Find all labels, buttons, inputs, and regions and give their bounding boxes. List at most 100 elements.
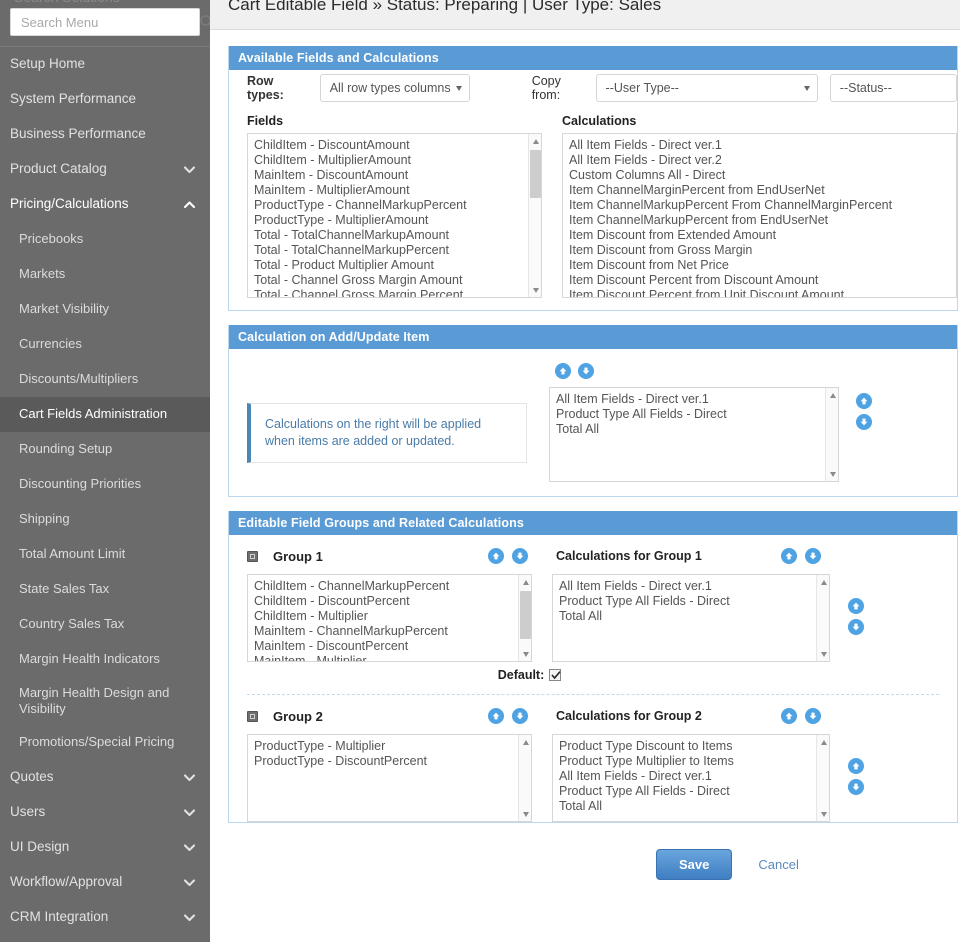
- group-drag-handle-icon[interactable]: [247, 550, 258, 562]
- arrow-down-circle-icon[interactable]: [805, 548, 821, 564]
- list-option[interactable]: All Item Fields - Direct ver.1: [559, 579, 829, 594]
- list-option[interactable]: Total All: [559, 799, 829, 814]
- list-option[interactable]: Total - TotalChannelMarkupAmount: [254, 228, 541, 243]
- sidebar-item-market-visibility[interactable]: Market Visibility: [0, 292, 210, 327]
- arrow-down-circle-icon[interactable]: [805, 708, 821, 724]
- list-option[interactable]: ProductType - ChannelMarkupPercent: [254, 198, 541, 213]
- sidebar-item-workflow-approval[interactable]: Workflow/Approval: [0, 865, 210, 900]
- list-option[interactable]: Item Discount Percent from Discount Amou…: [569, 273, 956, 288]
- arrow-down-circle-icon[interactable]: [578, 363, 594, 379]
- arrow-up-circle-icon[interactable]: [555, 363, 571, 379]
- list-option[interactable]: Item Discount from Extended Amount: [569, 228, 956, 243]
- group-fields-scrollbar[interactable]: [518, 735, 531, 821]
- arrow-down-circle-icon[interactable]: [512, 708, 528, 724]
- list-option[interactable]: Total All: [559, 609, 829, 624]
- arrow-down-circle-icon[interactable]: [848, 779, 864, 795]
- group-fields-options[interactable]: ProductType - Multiplier ProductType - Di…: [248, 735, 531, 769]
- group-drag-handle-icon[interactable]: [247, 710, 258, 722]
- list-option[interactable]: ChildItem - ChannelMarkupPercent: [254, 579, 531, 594]
- list-option[interactable]: Item Discount from Net Price: [569, 258, 956, 273]
- list-option[interactable]: MainItem - Multiplier: [254, 654, 531, 661]
- list-option[interactable]: ChildItem - DiscountAmount: [254, 138, 541, 153]
- default-checkbox[interactable]: [549, 669, 562, 681]
- sidebar-item-margin-health-design-and-visibility[interactable]: Margin Health Design and Visibility: [0, 677, 210, 725]
- sidebar-item-margin-health-indicators[interactable]: Margin Health Indicators: [0, 642, 210, 677]
- group-calculations-scrollbar[interactable]: [816, 575, 829, 661]
- scroll-down-icon[interactable]: [519, 808, 531, 820]
- save-button[interactable]: Save: [656, 849, 733, 880]
- list-option[interactable]: Total - TotalChannelMarkupPercent: [254, 243, 541, 258]
- list-option[interactable]: Item ChannelMarginPercent from EndUserNe…: [569, 183, 956, 198]
- fields-listbox[interactable]: ChildItem - DiscountAmount ChildItem - Mu…: [247, 133, 542, 298]
- sidebar-item-promotions-special-pricing[interactable]: Promotions/Special Pricing: [0, 725, 210, 760]
- list-option[interactable]: Item Discount Percent from Unit Discount…: [569, 288, 956, 297]
- calculations-options[interactable]: All Item Fields - Direct ver.1 All Item F…: [563, 134, 956, 297]
- scroll-up-icon[interactable]: [817, 736, 829, 748]
- sidebar-item-country-sales-tax[interactable]: Country Sales Tax: [0, 607, 210, 642]
- list-option[interactable]: Product Type All Fields - Direct: [556, 407, 838, 422]
- list-option[interactable]: Item ChannelMarkupPercent From ChannelMa…: [569, 198, 956, 213]
- scroll-down-icon[interactable]: [817, 648, 829, 660]
- scroll-up-icon[interactable]: [519, 736, 531, 748]
- sidebar-item-total-amount-limit[interactable]: Total Amount Limit: [0, 537, 210, 572]
- add-update-options[interactable]: All Item Fields - Direct ver.1 Product Ty…: [550, 388, 838, 437]
- sidebar-item-system-performance[interactable]: System Performance: [0, 82, 210, 117]
- group-calculations-options[interactable]: All Item Fields - Direct ver.1 Product Ty…: [553, 575, 829, 624]
- scroll-up-icon[interactable]: [519, 576, 531, 588]
- list-option[interactable]: Product Type Discount to Items: [559, 739, 829, 754]
- list-option[interactable]: Product Type Multiplier to Items: [559, 754, 829, 769]
- group-calculations-listbox[interactable]: All Item Fields - Direct ver.1 Product Ty…: [552, 574, 830, 662]
- sidebar-item-markets[interactable]: Markets: [0, 257, 210, 292]
- scroll-up-icon[interactable]: [529, 135, 541, 147]
- list-option[interactable]: ChildItem - MultiplierAmount: [254, 153, 541, 168]
- sidebar-item-discounts-multipliers[interactable]: Discounts/Multipliers: [0, 362, 210, 397]
- list-option[interactable]: MainItem - DiscountPercent: [254, 639, 531, 654]
- sidebar-item-rounding-setup[interactable]: Rounding Setup: [0, 432, 210, 467]
- list-option[interactable]: All Item Fields - Direct ver.2: [569, 153, 956, 168]
- scroll-down-icon[interactable]: [529, 284, 541, 296]
- sidebar-item-crm-integration[interactable]: CRM Integration: [0, 900, 210, 935]
- group-fields-scrollbar[interactable]: [518, 575, 531, 661]
- sidebar-item-quotes[interactable]: Quotes: [0, 760, 210, 795]
- sidebar-item-cart-fields-administration[interactable]: Cart Fields Administration: [0, 397, 210, 432]
- sidebar-item-shipping[interactable]: Shipping: [0, 502, 210, 537]
- sidebar-item-users[interactable]: Users: [0, 795, 210, 830]
- group-calculations-listbox[interactable]: Product Type Discount to Items Product Ty…: [552, 734, 830, 822]
- arrow-up-circle-icon[interactable]: [856, 393, 872, 409]
- scrollbar-thumb[interactable]: [530, 150, 541, 198]
- group-calculations-options[interactable]: Product Type Discount to Items Product Ty…: [553, 735, 829, 814]
- cancel-button[interactable]: Cancel: [758, 857, 798, 872]
- scroll-down-icon[interactable]: [817, 808, 829, 820]
- arrow-up-circle-icon[interactable]: [781, 708, 797, 724]
- list-option[interactable]: Total - Product Multiplier Amount: [254, 258, 541, 273]
- scroll-up-icon[interactable]: [826, 389, 838, 401]
- sidebar-item-pricing-calculations[interactable]: Pricing/Calculations: [0, 187, 210, 222]
- sidebar-item-currencies[interactable]: Currencies: [0, 327, 210, 362]
- scroll-down-icon[interactable]: [826, 468, 838, 480]
- list-option[interactable]: All Item Fields - Direct ver.1: [559, 769, 829, 784]
- sidebar-item-product-catalog[interactable]: Product Catalog: [0, 152, 210, 187]
- list-option[interactable]: ProductType - Multiplier: [254, 739, 531, 754]
- group-fields-listbox[interactable]: ChildItem - ChannelMarkupPercent ChildIte…: [247, 574, 532, 662]
- arrow-up-circle-icon[interactable]: [488, 548, 504, 564]
- list-option[interactable]: Item ChannelMarkupPercent from EndUserNe…: [569, 213, 956, 228]
- calculations-listbox[interactable]: All Item Fields - Direct ver.1 All Item F…: [562, 133, 957, 298]
- arrow-up-circle-icon[interactable]: [848, 758, 864, 774]
- group-fields-options[interactable]: ChildItem - ChannelMarkupPercent ChildIte…: [248, 575, 531, 661]
- sidebar-item-discounting-priorities[interactable]: Discounting Priorities: [0, 467, 210, 502]
- sidebar-item-state-sales-tax[interactable]: State Sales Tax: [0, 572, 210, 607]
- sidebar-item-business-performance[interactable]: Business Performance: [0, 117, 210, 152]
- list-option[interactable]: Total All: [556, 422, 838, 437]
- search-box[interactable]: [10, 8, 210, 36]
- add-update-scrollbar[interactable]: [825, 388, 838, 481]
- list-option[interactable]: Total - Channel Gross Margin Amount: [254, 273, 541, 288]
- arrow-up-circle-icon[interactable]: [488, 708, 504, 724]
- list-option[interactable]: Product Type All Fields - Direct: [559, 594, 829, 609]
- arrow-up-circle-icon[interactable]: [848, 598, 864, 614]
- row-types-select[interactable]: All row types columns: [319, 74, 470, 102]
- list-option[interactable]: Custom Columns All - Direct: [569, 168, 956, 183]
- list-option[interactable]: ProductType - DiscountPercent: [254, 754, 531, 769]
- list-option[interactable]: All Item Fields - Direct ver.1: [556, 392, 838, 407]
- group-calculations-scrollbar[interactable]: [816, 735, 829, 821]
- fields-options[interactable]: ChildItem - DiscountAmount ChildItem - Mu…: [248, 134, 541, 297]
